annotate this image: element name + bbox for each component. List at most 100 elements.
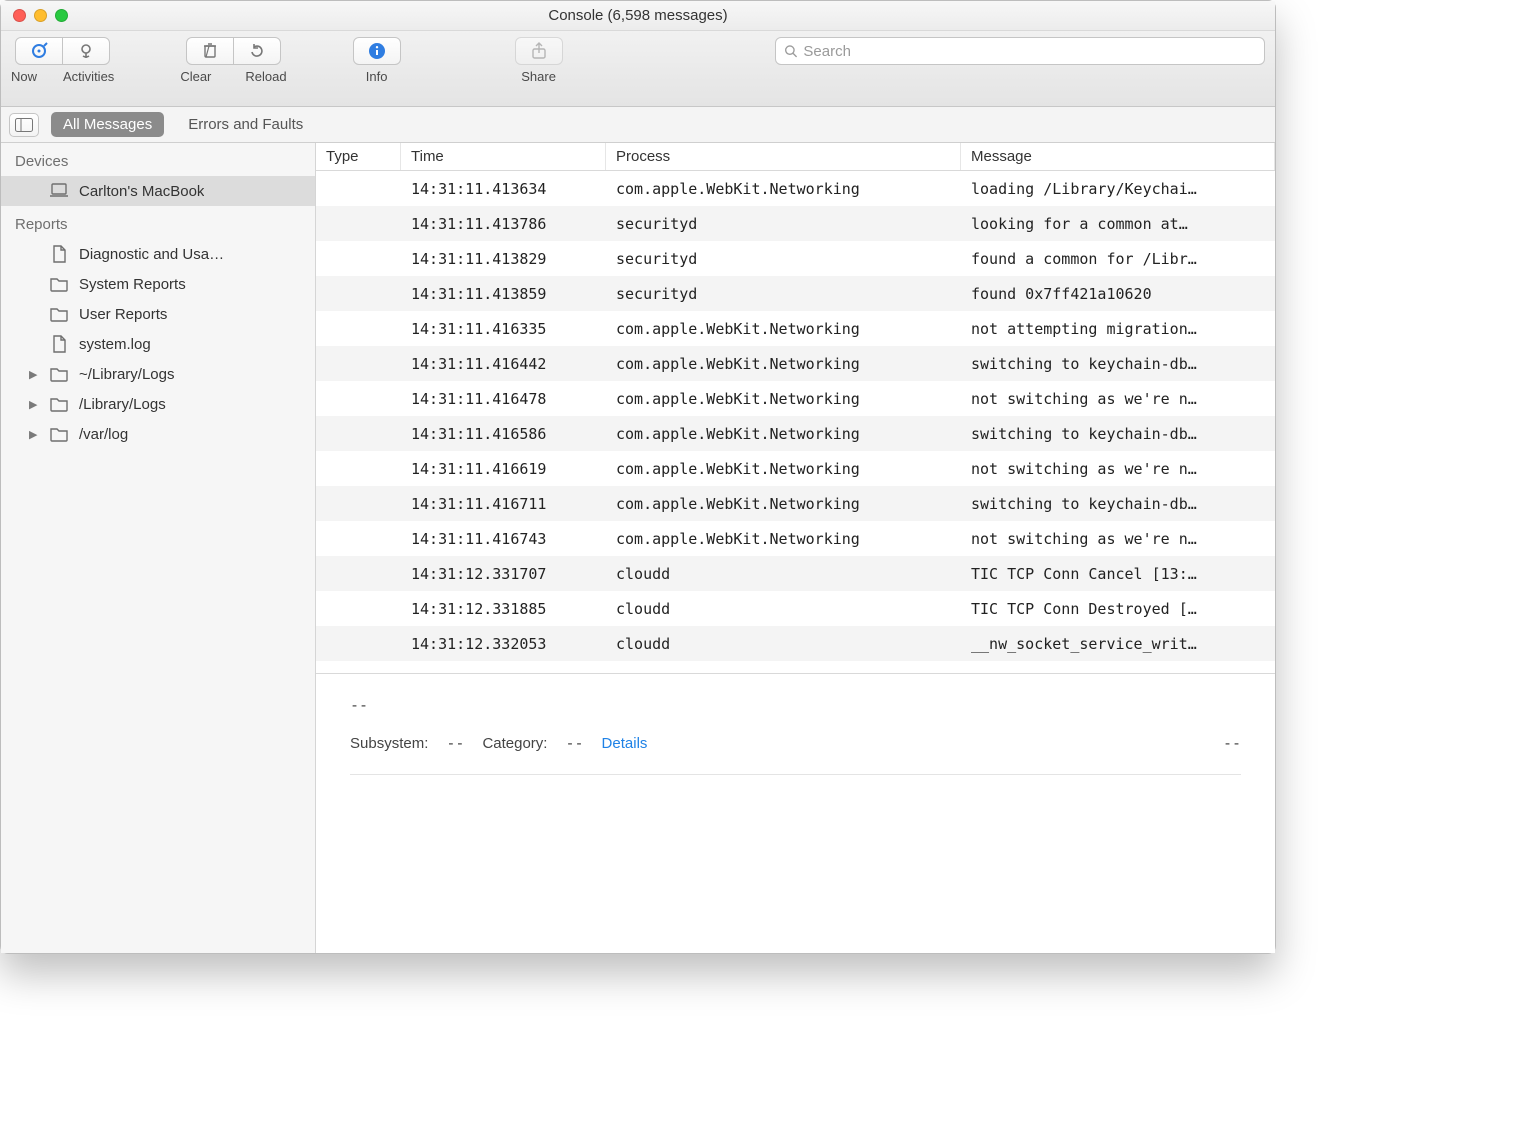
cell-time: 14:31:11.416619 [401, 460, 606, 478]
toolbar: Now Activities Clear Reload Info Sha [1, 31, 1275, 107]
detail-panel: -- Subsystem: -- Category: -- Details -- [316, 673, 1275, 953]
cell-process: securityd [606, 250, 961, 268]
share-icon [530, 42, 548, 60]
document-icon [49, 335, 69, 353]
traffic-lights [1, 9, 68, 22]
activities-icon [77, 42, 95, 60]
cell-message: found 0x7ff421a10620 [961, 285, 1275, 303]
column-headers: Type Time Process Message [316, 143, 1275, 171]
cell-message: TIC TCP Conn Destroyed [… [961, 600, 1275, 618]
now-button[interactable] [15, 37, 63, 65]
cell-message: switching to keychain-db… [961, 425, 1275, 443]
column-process[interactable]: Process [606, 143, 961, 170]
log-row[interactable]: 14:31:11.413829securitydfound a common f… [316, 241, 1275, 276]
cell-message: not switching as we're n… [961, 530, 1275, 548]
detail-right: -- [1223, 734, 1241, 752]
sidebar-item[interactable]: ▶System Reports [1, 269, 315, 299]
search-field[interactable] [775, 37, 1265, 65]
main: Devices ▶ Carlton's MacBook Reports ▶Dia… [1, 143, 1275, 953]
log-row[interactable]: 14:31:11.416442com.apple.WebKit.Networki… [316, 346, 1275, 381]
minimize-window-button[interactable] [34, 9, 47, 22]
clear-label: Clear [180, 69, 211, 84]
folder-icon [49, 395, 69, 413]
cell-time: 14:31:11.413829 [401, 250, 606, 268]
toggle-sidebar-button[interactable] [9, 113, 39, 137]
document-icon [49, 245, 69, 263]
log-row[interactable]: 14:31:11.413634com.apple.WebKit.Networki… [316, 171, 1275, 206]
log-row[interactable]: 14:31:12.332053cloudd__nw_socket_service… [316, 626, 1275, 661]
log-row[interactable]: 14:31:11.416586com.apple.WebKit.Networki… [316, 416, 1275, 451]
sidebar-header-reports: Reports [1, 206, 315, 239]
clear-button[interactable] [186, 37, 234, 65]
sidebar-item[interactable]: ▶~/Library/Logs [1, 359, 315, 389]
column-message[interactable]: Message [961, 143, 1275, 170]
sidebar-item[interactable]: ▶/Library/Logs [1, 389, 315, 419]
detail-placeholder: -- [350, 696, 1241, 714]
cell-message: loading /Library/Keychai… [961, 180, 1275, 198]
cell-time: 14:31:12.331885 [401, 600, 606, 618]
laptop-icon [49, 182, 69, 200]
sidebar-device-label: Carlton's MacBook [79, 183, 204, 200]
info-label: Info [366, 69, 388, 84]
log-row[interactable]: 14:31:11.413786securitydlooking for a co… [316, 206, 1275, 241]
sidebar-item-label: System Reports [79, 276, 186, 293]
log-rows[interactable]: 14:31:11.413634com.apple.WebKit.Networki… [316, 171, 1275, 673]
detail-details-link[interactable]: Details [602, 735, 648, 752]
sidebar-header-devices: Devices [1, 143, 315, 176]
activities-button[interactable] [62, 37, 110, 65]
sidebar-item[interactable]: ▶Diagnostic and Usa… [1, 239, 315, 269]
sidebar-icon [15, 118, 33, 132]
log-row[interactable]: 14:31:12.331707clouddTIC TCP Conn Cancel… [316, 556, 1275, 591]
cell-time: 14:31:11.416711 [401, 495, 606, 513]
cell-process: cloudd [606, 635, 961, 653]
titlebar: Console (6,598 messages) [1, 1, 1275, 31]
cell-process: com.apple.WebKit.Networking [606, 355, 961, 373]
folder-icon [49, 425, 69, 443]
log-row[interactable]: 14:31:11.416711com.apple.WebKit.Networki… [316, 486, 1275, 521]
cell-message: not attempting migration… [961, 320, 1275, 338]
folder-icon [49, 365, 69, 383]
cell-process: securityd [606, 215, 961, 233]
sidebar-item[interactable]: ▶/var/log [1, 419, 315, 449]
log-row[interactable]: 14:31:11.416743com.apple.WebKit.Networki… [316, 521, 1275, 556]
share-button[interactable] [515, 37, 563, 65]
reload-icon [248, 42, 266, 60]
zoom-window-button[interactable] [55, 9, 68, 22]
cell-process: com.apple.WebKit.Networking [606, 495, 961, 513]
detail-category-value: -- [565, 734, 583, 752]
cell-time: 14:31:11.413634 [401, 180, 606, 198]
cell-message: not switching as we're n… [961, 390, 1275, 408]
cell-time: 14:31:12.331707 [401, 565, 606, 583]
log-row[interactable]: 14:31:11.413859securitydfound 0x7ff421a1… [316, 276, 1275, 311]
trash-icon [201, 42, 219, 60]
column-time[interactable]: Time [401, 143, 606, 170]
folder-icon [49, 275, 69, 293]
info-icon [368, 42, 386, 60]
sidebar-device[interactable]: ▶ Carlton's MacBook [1, 176, 315, 206]
cell-process: com.apple.WebKit.Networking [606, 530, 961, 548]
cell-time: 14:31:11.416478 [401, 390, 606, 408]
target-icon [30, 42, 48, 60]
filter-errors-faults[interactable]: Errors and Faults [176, 112, 315, 137]
log-row[interactable]: 14:31:12.331885clouddTIC TCP Conn Destro… [316, 591, 1275, 626]
search-input[interactable] [803, 43, 1256, 60]
sidebar-item[interactable]: ▶User Reports [1, 299, 315, 329]
cell-process: cloudd [606, 565, 961, 583]
cell-time: 14:31:11.416586 [401, 425, 606, 443]
sidebar-item[interactable]: ▶system.log [1, 329, 315, 359]
info-button[interactable] [353, 37, 401, 65]
log-row[interactable]: 14:31:11.416335com.apple.WebKit.Networki… [316, 311, 1275, 346]
log-row[interactable]: 14:31:11.416478com.apple.WebKit.Networki… [316, 381, 1275, 416]
cell-process: securityd [606, 285, 961, 303]
activities-label: Activities [63, 69, 114, 84]
column-type[interactable]: Type [316, 143, 401, 170]
reload-button[interactable] [233, 37, 281, 65]
filter-all-messages[interactable]: All Messages [51, 112, 164, 137]
cell-message: switching to keychain-db… [961, 355, 1275, 373]
cell-process: com.apple.WebKit.Networking [606, 180, 961, 198]
window-title: Console (6,598 messages) [1, 7, 1275, 24]
cell-time: 14:31:11.416335 [401, 320, 606, 338]
log-row[interactable]: 14:31:11.416619com.apple.WebKit.Networki… [316, 451, 1275, 486]
sidebar-item-label: User Reports [79, 306, 167, 323]
close-window-button[interactable] [13, 9, 26, 22]
